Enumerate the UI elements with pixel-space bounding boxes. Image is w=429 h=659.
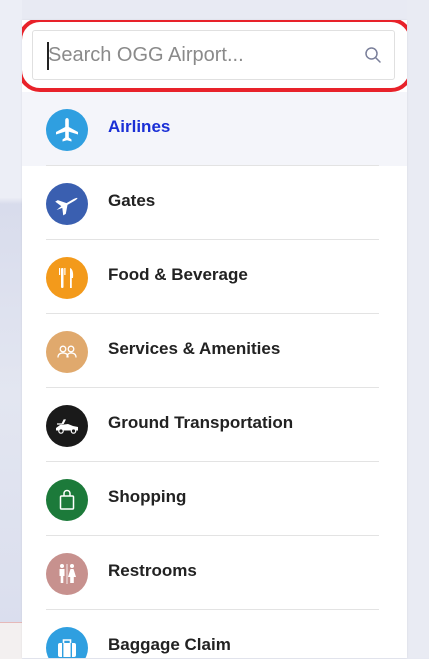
category-shopping[interactable]: Shopping <box>22 462 407 536</box>
category-label: Restrooms <box>108 561 197 580</box>
gate-plane-icon <box>46 183 88 225</box>
text-cursor <box>47 42 49 70</box>
category-gates[interactable]: Gates <box>22 166 407 240</box>
car-icon <box>46 405 88 447</box>
category-airlines[interactable]: Airlines <box>22 92 407 166</box>
category-label: Airlines <box>108 117 171 136</box>
category-list: Airlines Gates Food & Beverage Services … <box>22 92 407 658</box>
category-label: Shopping <box>108 487 187 506</box>
shopping-bag-icon <box>46 479 88 521</box>
search-bar <box>22 20 407 92</box>
airplane-icon <box>46 109 88 151</box>
category-restrooms[interactable]: Restrooms <box>22 536 407 610</box>
backdrop-left <box>0 0 22 658</box>
luggage-icon <box>46 627 88 658</box>
category-label: Services & Amenities <box>108 339 281 358</box>
fork-knife-icon <box>46 257 88 299</box>
category-label: Gates <box>108 191 156 210</box>
backdrop-right <box>407 0 429 658</box>
restroom-icon <box>46 553 88 595</box>
search-icon[interactable] <box>364 46 382 64</box>
category-services-amenities[interactable]: Services & Amenities <box>22 314 407 388</box>
backdrop-bottom-left <box>0 622 22 659</box>
category-panel: Airlines Gates <box>22 20 407 658</box>
category-label: Ground Transportation <box>108 413 294 432</box>
category-label: Food & Beverage <box>108 265 248 284</box>
category-ground-transportation[interactable]: Ground Transportation <box>22 388 407 462</box>
search-input[interactable] <box>48 35 368 75</box>
category-label: Baggage Claim <box>108 635 231 654</box>
search-box[interactable] <box>32 30 395 80</box>
category-food-beverage[interactable]: Food & Beverage <box>22 240 407 314</box>
category-baggage-claim[interactable]: Baggage Claim <box>22 610 407 658</box>
people-icon <box>46 331 88 373</box>
backdrop-top <box>0 0 429 20</box>
